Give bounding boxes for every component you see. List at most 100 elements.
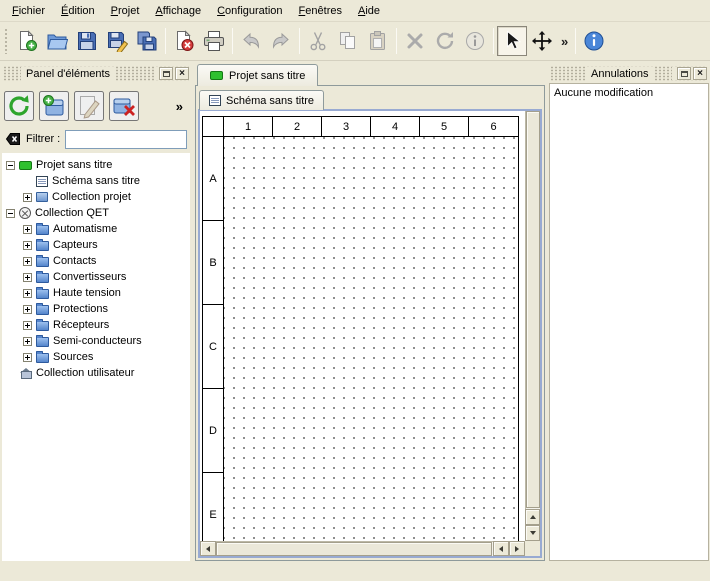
tree-item-capteurs[interactable]: Capteurs	[2, 237, 190, 253]
menu-fenetres[interactable]: Fenêtres	[291, 1, 350, 21]
tab-projet-sans-titre[interactable]: Projet sans titre	[197, 64, 318, 86]
reload-collections-button[interactable]	[4, 91, 34, 121]
float-dock-button[interactable]	[159, 67, 173, 80]
toolbar-drag-handle[interactable]	[4, 28, 9, 54]
collapse-expander-icon[interactable]	[6, 209, 15, 218]
horizontal-scrollbar[interactable]	[200, 541, 525, 556]
expand-expander-icon[interactable]	[23, 193, 32, 202]
scroll-left-button-2[interactable]	[493, 541, 509, 556]
tree-item-haute-tension[interactable]: Haute tension	[2, 285, 190, 301]
tree-item-protections[interactable]: Protections	[2, 301, 190, 317]
rotate-button[interactable]	[430, 26, 460, 56]
print-icon	[203, 30, 225, 52]
collection-icon	[36, 192, 48, 202]
cut-button[interactable]	[303, 26, 333, 56]
open-project-button[interactable]	[42, 26, 72, 56]
tree-item-convertisseurs[interactable]: Convertisseurs	[2, 269, 190, 285]
delete-button[interactable]	[400, 26, 430, 56]
expand-expander-icon[interactable]	[23, 289, 32, 298]
expand-expander-icon[interactable]	[23, 257, 32, 266]
menu-aide[interactable]: Aide	[350, 1, 388, 21]
move-tool-button[interactable]	[527, 26, 557, 56]
clear-filter-button[interactable]	[5, 131, 21, 147]
menu-fichier[interactable]: Fichier	[4, 1, 53, 21]
elements-panel-titlebar[interactable]: Panel d'éléments ×	[3, 66, 189, 81]
scroll-down-button[interactable]	[525, 525, 540, 541]
dotted-grid[interactable]	[224, 137, 518, 541]
new-element-icon	[41, 93, 67, 119]
menu-projet[interactable]: Projet	[103, 1, 148, 21]
tree-item-label: Projet sans titre	[36, 159, 112, 171]
expand-expander-icon[interactable]	[23, 337, 32, 346]
project-icon	[210, 71, 223, 80]
panel-toolbar-overflow-button[interactable]: »	[176, 99, 183, 114]
print-button[interactable]	[199, 26, 229, 56]
scroll-right-button[interactable]	[509, 541, 525, 556]
collections-tree[interactable]: Projet sans titre Schéma sans titre Coll…	[2, 153, 190, 561]
info-gray-icon	[464, 30, 486, 52]
workspace: Panel d'éléments × » Filtrer : Projet sa…	[0, 62, 710, 561]
tree-item-collection-utilisateur[interactable]: Collection utilisateur	[2, 365, 190, 381]
column-header-2: 2	[273, 117, 322, 136]
scroll-up-button[interactable]	[525, 509, 540, 525]
tree-item-schema[interactable]: Schéma sans titre	[2, 173, 190, 189]
arrow-down-icon	[530, 531, 536, 535]
copy-button[interactable]	[333, 26, 363, 56]
about-button[interactable]	[579, 26, 609, 56]
row-header-e: E	[203, 473, 223, 541]
undo-history-list[interactable]: Aucune modification	[549, 83, 709, 561]
close-icon: ×	[179, 69, 185, 79]
schema-tabbar: Schéma sans titre	[198, 88, 542, 109]
redo-icon	[270, 30, 292, 52]
vscroll-thumb[interactable]	[526, 111, 540, 508]
hscroll-thumb[interactable]	[216, 542, 492, 556]
save-all-button[interactable]	[132, 26, 162, 56]
expand-expander-icon[interactable]	[23, 353, 32, 362]
menu-configuration[interactable]: Configuration	[209, 1, 290, 21]
paste-button[interactable]	[363, 26, 393, 56]
toolbar-separator	[299, 28, 300, 54]
undo-dock: Annulations × Aucune modification	[547, 62, 710, 561]
scroll-left-button[interactable]	[200, 541, 216, 556]
undo-button[interactable]	[236, 26, 266, 56]
tree-item-label: Schéma sans titre	[52, 175, 140, 187]
close-dock-button[interactable]: ×	[693, 67, 707, 80]
tab-schema-sans-titre[interactable]: Schéma sans titre	[199, 90, 324, 110]
expand-expander-icon[interactable]	[23, 273, 32, 282]
close-project-button[interactable]	[169, 26, 199, 56]
expand-expander-icon[interactable]	[23, 321, 32, 330]
tree-item-collection-qet[interactable]: Collection QET	[2, 205, 190, 221]
filter-input[interactable]	[65, 130, 187, 149]
delete-element-button[interactable]	[109, 91, 139, 121]
expand-expander-icon[interactable]	[23, 241, 32, 250]
undo-dock-titlebar[interactable]: Annulations ×	[550, 66, 707, 81]
collapse-expander-icon[interactable]	[6, 161, 15, 170]
tree-item-automatisme[interactable]: Automatisme	[2, 221, 190, 237]
edit-element-button[interactable]	[74, 91, 104, 121]
expand-expander-icon[interactable]	[23, 225, 32, 234]
tree-item-collection-projet[interactable]: Collection projet	[2, 189, 190, 205]
tree-item-sources[interactable]: Sources	[2, 349, 190, 365]
menu-affichage[interactable]: Affichage	[147, 1, 209, 21]
schema-canvas[interactable]: 1 2 3 4 5 6 A B C D	[200, 111, 525, 541]
tree-item-label: Automatisme	[53, 223, 117, 235]
expand-expander-icon[interactable]	[23, 305, 32, 314]
toolbar-overflow-button[interactable]: »	[557, 34, 572, 49]
save-as-button[interactable]	[102, 26, 132, 56]
tree-item-recepteurs[interactable]: Récepteurs	[2, 317, 190, 333]
tree-item-semi-conducteurs[interactable]: Semi-conducteurs	[2, 333, 190, 349]
float-dock-button[interactable]	[677, 67, 691, 80]
menu-edition[interactable]: Édition	[53, 1, 103, 21]
redo-button[interactable]	[266, 26, 296, 56]
tree-item-contacts[interactable]: Contacts	[2, 253, 190, 269]
vertical-scrollbar[interactable]	[525, 111, 540, 541]
new-document-button[interactable]	[12, 26, 42, 56]
select-tool-button[interactable]	[497, 26, 527, 56]
save-button[interactable]	[72, 26, 102, 56]
new-element-button[interactable]	[39, 91, 69, 121]
tree-item-label: Protections	[53, 303, 108, 315]
close-dock-button[interactable]: ×	[175, 67, 189, 80]
tree-item-project[interactable]: Projet sans titre	[2, 157, 190, 173]
toolbar-separator	[493, 28, 494, 54]
information-button[interactable]	[460, 26, 490, 56]
